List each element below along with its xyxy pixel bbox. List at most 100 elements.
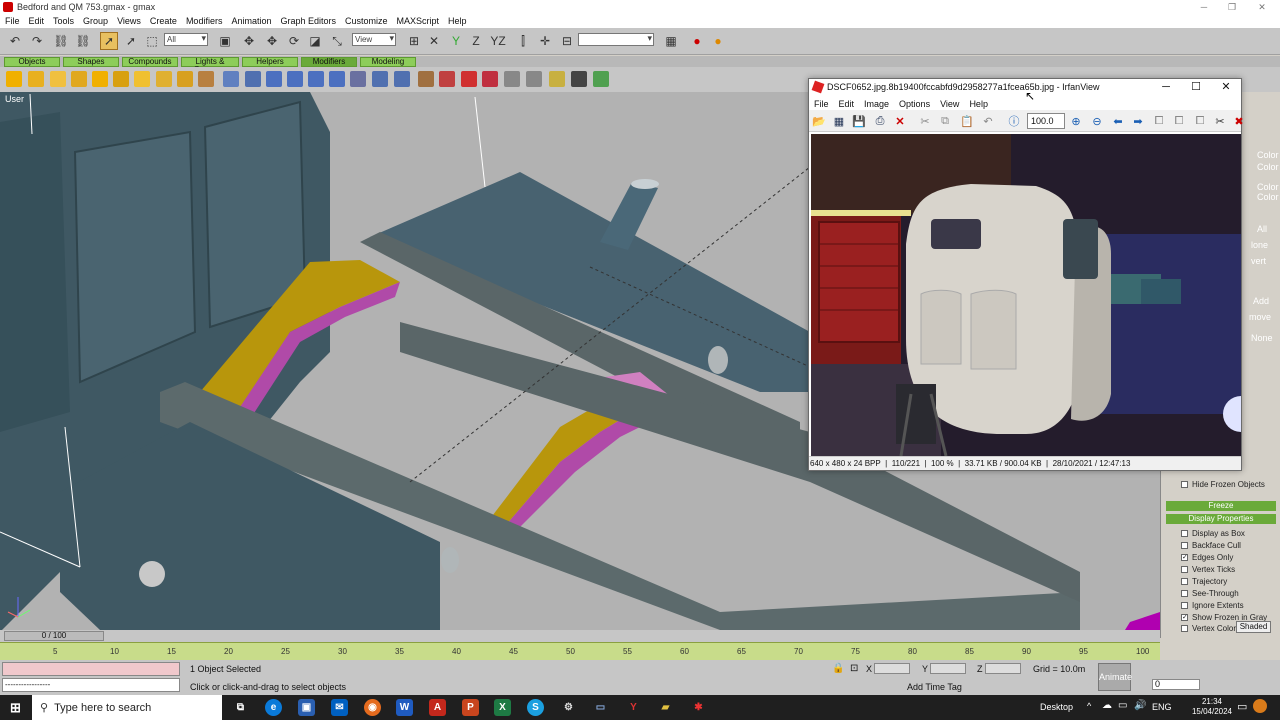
z-coord-field[interactable] bbox=[985, 663, 1021, 674]
powerpoint-icon[interactable]: P bbox=[462, 699, 479, 716]
squeeze-icon[interactable] bbox=[134, 71, 150, 87]
lock-icon[interactable]: 🔒 bbox=[832, 663, 844, 674]
redo-icon[interactable]: ↷ bbox=[28, 32, 46, 50]
tab-modeling[interactable]: Modeling bbox=[360, 57, 416, 67]
menu-help[interactable]: Help bbox=[969, 99, 988, 109]
tessellate-icon[interactable] bbox=[482, 71, 498, 87]
maxscript-listener-top[interactable] bbox=[2, 662, 180, 676]
smooth-icon[interactable] bbox=[439, 71, 455, 87]
y-coord-field[interactable] bbox=[930, 663, 966, 674]
menu-group[interactable]: Group bbox=[83, 16, 108, 26]
xform-alt-icon[interactable] bbox=[350, 71, 366, 87]
uvw-icon[interactable] bbox=[223, 71, 239, 87]
maximize-icon[interactable]: ☐ bbox=[1181, 79, 1211, 95]
ripple-icon[interactable] bbox=[156, 71, 172, 87]
windows-start-icon[interactable]: ⊞ bbox=[7, 699, 24, 716]
pivot-icon[interactable]: ⊞ bbox=[405, 32, 423, 50]
move-alt-icon[interactable]: ✥ bbox=[263, 32, 281, 50]
zoom-out-icon[interactable]: ⊖ bbox=[1089, 113, 1105, 129]
close-icon[interactable]: ✕ bbox=[1250, 0, 1274, 14]
menu-maxscript[interactable]: MAXScript bbox=[397, 16, 440, 26]
minimize-icon[interactable]: ─ bbox=[1192, 0, 1216, 14]
region-select-icon[interactable]: ⬚ bbox=[143, 32, 161, 50]
menu-file[interactable]: File bbox=[814, 99, 829, 109]
tab-helpers[interactable]: Helpers bbox=[242, 57, 298, 67]
tab-lights-cameras[interactable]: Lights & Cameras bbox=[181, 57, 239, 74]
add-time-tag-button[interactable]: Add Time Tag bbox=[907, 682, 962, 692]
track-bar[interactable]: 5 10 15 20 25 30 35 40 45 50 55 60 65 70 75 80 85 90 95 100 bbox=[0, 642, 1160, 660]
settings-icon[interactable]: ✂ bbox=[1212, 113, 1228, 129]
first-page-icon[interactable]: ⧠ bbox=[1151, 113, 1167, 129]
animate-button[interactable]: Animate bbox=[1098, 663, 1132, 691]
snap-icon[interactable]: ✛ bbox=[536, 32, 554, 50]
display-as-box-checkbox[interactable]: Display as Box bbox=[1181, 529, 1245, 538]
network-icon[interactable]: ▭ bbox=[1118, 700, 1127, 711]
acrobat-icon[interactable]: A bbox=[429, 699, 446, 716]
display-properties-rollout[interactable]: Display Properties bbox=[1166, 514, 1276, 524]
absolute-mode-icon[interactable]: ⊡ bbox=[850, 663, 858, 674]
sphere-icon[interactable] bbox=[308, 71, 324, 87]
cut-icon[interactable]: ✂ bbox=[917, 113, 933, 129]
menu-modifiers[interactable]: Modifiers bbox=[186, 16, 223, 26]
menu-graph-editors[interactable]: Graph Editors bbox=[280, 16, 336, 26]
xform-icon[interactable] bbox=[245, 71, 261, 87]
weather-icon[interactable] bbox=[1253, 699, 1267, 713]
checker-icon[interactable] bbox=[571, 71, 587, 87]
menu-image[interactable]: Image bbox=[864, 99, 889, 109]
selection-filter-dropdown[interactable]: All bbox=[164, 33, 208, 46]
info-icon[interactable]: ⓘ bbox=[1006, 113, 1022, 129]
undo-icon[interactable]: ↶ bbox=[980, 113, 996, 129]
stretch-icon[interactable] bbox=[92, 71, 108, 87]
wave-icon[interactable] bbox=[177, 71, 193, 87]
render-icon[interactable]: ● bbox=[688, 32, 706, 50]
named-selection-icon[interactable]: ⊟ bbox=[558, 32, 576, 50]
edge-icon[interactable]: e bbox=[265, 699, 282, 716]
menu-edit[interactable]: Edit bbox=[839, 99, 855, 109]
print-icon[interactable]: ⎙ bbox=[872, 113, 888, 129]
file-explorer-icon[interactable]: ▰ bbox=[657, 699, 674, 716]
backface-cull-checkbox[interactable]: Backface Cull bbox=[1181, 541, 1241, 550]
meshsmooth-icon[interactable] bbox=[461, 71, 477, 87]
mesh-select-icon[interactable] bbox=[372, 71, 388, 87]
tab-compounds[interactable]: Compounds bbox=[122, 57, 178, 67]
named-selection-dropdown[interactable] bbox=[578, 33, 654, 46]
cylinder-icon[interactable] bbox=[329, 71, 345, 87]
menu-views[interactable]: Views bbox=[117, 16, 141, 26]
current-frame-field[interactable]: 0 bbox=[1152, 679, 1200, 690]
zoom-in-icon[interactable]: ⊕ bbox=[1068, 113, 1084, 129]
slideshow-icon[interactable]: ▦ bbox=[831, 113, 847, 129]
zoom-field[interactable]: 100.0 bbox=[1027, 113, 1065, 129]
undo-icon[interactable]: ↶ bbox=[6, 32, 24, 50]
remove-button[interactable]: move bbox=[1249, 312, 1271, 322]
normal-icon[interactable] bbox=[418, 71, 434, 87]
desktop-toolbar[interactable]: Desktop bbox=[1040, 702, 1073, 712]
copy-icon[interactable]: ⧉ bbox=[937, 113, 953, 129]
mirror-icon[interactable]: ✕ bbox=[425, 32, 443, 50]
poly-select-icon[interactable] bbox=[394, 71, 410, 87]
cloud-icon[interactable]: ☁ bbox=[1102, 700, 1112, 711]
minimize-icon[interactable]: ─ bbox=[1151, 79, 1181, 95]
language-indicator[interactable]: ENG bbox=[1152, 702, 1172, 712]
paste-icon[interactable]: 📋 bbox=[959, 113, 975, 129]
close-icon[interactable]: ✕ bbox=[1211, 79, 1241, 95]
bend-icon[interactable] bbox=[6, 71, 22, 87]
select-all-button[interactable]: All bbox=[1257, 224, 1267, 234]
tab-modifiers[interactable]: Modifiers bbox=[301, 57, 357, 67]
previous-icon[interactable]: ⬅ bbox=[1110, 113, 1126, 129]
open-folder-icon[interactable]: 📂 bbox=[811, 113, 827, 129]
rotate-icon[interactable]: ⟳ bbox=[285, 32, 303, 50]
align-icon[interactable]: ⫿ bbox=[514, 32, 532, 50]
word-icon[interactable]: W bbox=[396, 699, 413, 716]
photo-view[interactable] bbox=[811, 134, 1241, 456]
edges-only-checkbox[interactable]: ✓ Edges Only bbox=[1181, 553, 1233, 562]
menu-animation[interactable]: Animation bbox=[231, 16, 271, 26]
axis-yz-icon[interactable]: YZ bbox=[489, 32, 507, 50]
vertex-ticks-checkbox[interactable]: Vertex Ticks bbox=[1181, 565, 1235, 574]
select-invert-button[interactable]: vert bbox=[1251, 256, 1266, 266]
menu-customize[interactable]: Customize bbox=[345, 16, 388, 26]
add-button[interactable]: Add bbox=[1253, 296, 1269, 306]
store-icon[interactable]: ▣ bbox=[298, 699, 315, 716]
excel-icon[interactable]: X bbox=[494, 699, 511, 716]
time-slider[interactable]: 0 / 100 bbox=[4, 631, 104, 641]
firefox-icon[interactable]: ◉ bbox=[364, 699, 381, 716]
